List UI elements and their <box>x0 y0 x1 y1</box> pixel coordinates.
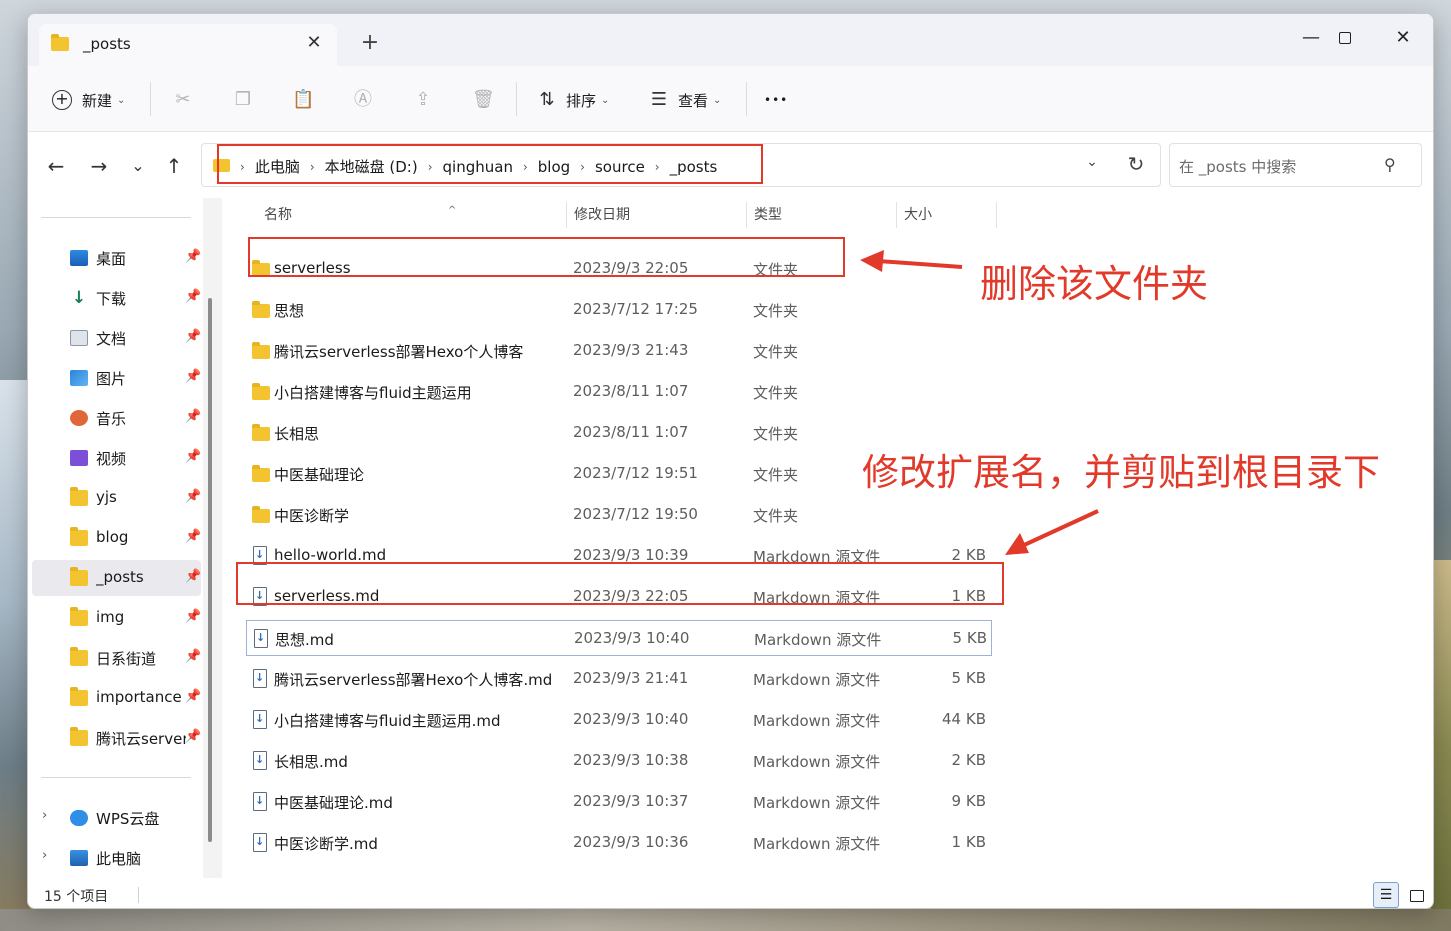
arrow-rename-file <box>1005 509 1099 555</box>
annotation-rename-move: 修改扩展名，并剪贴到根目录下 <box>862 451 1380 494</box>
arrow-delete-folder <box>860 250 963 272</box>
annotation-delete-folder: 删除该文件夹 <box>980 262 1209 306</box>
